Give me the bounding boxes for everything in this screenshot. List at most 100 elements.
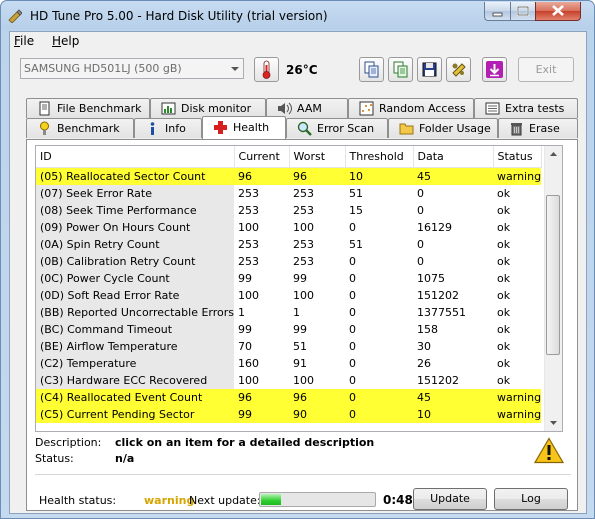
health-cross-icon — [214, 121, 227, 134]
table-row[interactable]: (0C) Power Cycle Count 99 99 0 1075 ok — [36, 270, 541, 287]
table-row[interactable]: (0A) Spin Retry Count 253 253 51 0 ok — [36, 236, 541, 253]
tab-label: Extra tests — [505, 102, 565, 115]
table-row[interactable]: (C4) Reallocated Event Count 96 96 0 45 warni… — [36, 389, 542, 406]
menu-help-label: elp — [61, 34, 80, 48]
table-row[interactable]: (BB) Reported Uncorrectable Errors 1 1 0 137… — [36, 304, 541, 321]
column-header-current[interactable]: Current — [234, 146, 290, 168]
tab-folder-usage[interactable]: Folder Usage — [388, 118, 498, 138]
copy-all-button[interactable] — [388, 57, 413, 82]
cell-id: (05) Reallocated Sector Count — [36, 167, 235, 185]
exit-button[interactable]: Exit — [518, 57, 574, 82]
table-row[interactable]: (BE) Airflow Temperature 70 51 0 30 ok — [36, 338, 541, 355]
cell-id: (BC) Command Timeout — [36, 321, 235, 338]
tab-label: Disk monitor — [181, 102, 252, 115]
cell-current: 99 — [238, 272, 253, 285]
info-icon — [150, 122, 155, 135]
client-area: File Help SAMSUNG HD501LJ (500 gB) 26°C — [9, 31, 587, 514]
cell-current: 70 — [238, 340, 253, 353]
benchmark-icon — [40, 121, 49, 135]
copy-all-icon — [393, 61, 408, 78]
column-header-threshold[interactable]: Threshold — [345, 146, 414, 168]
tab-erase[interactable]: Erase — [498, 118, 578, 138]
download-icon — [486, 61, 503, 78]
table-row[interactable]: (C2) Temperature 160 91 0 26 ok — [36, 355, 541, 372]
cell-data: 16129 — [417, 221, 453, 234]
tab-aam[interactable]: AAM — [266, 98, 348, 118]
table-row[interactable]: (07) Seek Error Rate 253 253 51 0 ok — [36, 185, 541, 202]
cell-status: warning — [493, 389, 542, 406]
file-benchmark-icon — [39, 101, 50, 116]
temperature-button[interactable] — [254, 57, 279, 82]
cell-worst: 96 — [289, 389, 346, 406]
save-button[interactable] — [417, 57, 442, 82]
window-title: HD Tune Pro 5.00 - Hard Disk Utility (tr… — [30, 9, 328, 23]
vertical-scrollbar[interactable] — [544, 146, 562, 431]
maximize-button[interactable] — [510, 2, 536, 21]
cell-threshold: 0 — [349, 255, 357, 268]
minimize-button[interactable] — [484, 2, 511, 21]
next-update-time: 0:48 — [383, 493, 413, 507]
app-icon — [8, 9, 22, 23]
column-header-worst[interactable]: Worst — [289, 146, 346, 168]
cell-threshold: 51 — [349, 238, 364, 251]
copy-button[interactable] — [359, 57, 384, 82]
column-header-id[interactable]: ID — [36, 146, 235, 168]
cell-worst: 99 — [293, 272, 308, 285]
cell-status: ok — [497, 306, 511, 319]
tab-file-benchmark[interactable]: File Benchmark — [26, 98, 150, 118]
tab-benchmark[interactable]: Benchmark — [26, 118, 134, 138]
cell-threshold: 0 — [345, 389, 414, 406]
table-row[interactable]: (09) Power On Hours Count 100 100 0 16129 ok — [36, 219, 541, 236]
download-button[interactable] — [482, 57, 507, 82]
cell-current: 253 — [238, 187, 260, 200]
table-row[interactable]: (BC) Command Timeout 99 99 0 158 ok — [36, 321, 541, 338]
health-panel: ID Current Worst Threshold Data Status (… — [26, 139, 578, 511]
cell-threshold: 0 — [349, 374, 357, 387]
menu-file[interactable]: File — [14, 34, 34, 48]
menu-help[interactable]: Help — [52, 34, 79, 48]
tab-extra-tests[interactable]: Extra tests — [474, 98, 578, 118]
cell-id: (C5) Current Pending Sector — [36, 406, 235, 423]
cell-id: (0D) Soft Read Error Rate — [36, 287, 235, 304]
update-button[interactable]: Update — [413, 488, 487, 510]
tab-random-access[interactable]: Random Access — [348, 98, 474, 118]
cell-data: 0 — [417, 255, 425, 268]
title-bar[interactable]: HD Tune Pro 5.00 - Hard Disk Utility (tr… — [1, 1, 594, 31]
table-row[interactable]: (C5) Current Pending Sector 99 90 0 10 warnin… — [36, 406, 542, 423]
column-header-status[interactable]: Status — [493, 146, 542, 168]
cell-threshold: 0 — [349, 221, 357, 234]
status-label: Status: — [35, 452, 74, 465]
cell-id: (C3) Hardware ECC Recovered — [36, 372, 235, 389]
table-row[interactable]: (C3) Hardware ECC Recovered 100 100 0 151202… — [36, 372, 541, 389]
menu-file-label: ile — [20, 34, 35, 48]
error-scan-icon — [297, 121, 312, 136]
drive-select[interactable]: SAMSUNG HD501LJ (500 gB) — [20, 58, 244, 79]
cell-threshold: 10 — [345, 167, 414, 185]
cell-id: (BE) Airflow Temperature — [36, 338, 235, 355]
table-row[interactable]: (05) Reallocated Sector Count 96 96 10 45 war… — [36, 167, 542, 185]
scroll-thumb[interactable] — [546, 195, 560, 355]
minimize-icon — [492, 12, 503, 17]
tab-error-scan[interactable]: Error Scan — [286, 118, 388, 138]
tab-disk-monitor[interactable]: Disk monitor — [150, 98, 266, 118]
cell-status: ok — [497, 374, 511, 387]
table-row[interactable]: (08) Seek Time Performance 253 253 15 0 ok — [36, 202, 541, 219]
smart-table[interactable]: ID Current Worst Threshold Data Status (… — [35, 145, 563, 432]
table-row[interactable]: (0B) Calibration Retry Count 253 253 0 0 ok — [36, 253, 541, 270]
column-header-data[interactable]: Data — [413, 146, 494, 168]
chevron-down-icon — [231, 67, 239, 71]
scroll-down-icon[interactable] — [545, 414, 562, 431]
cell-worst: 1 — [293, 306, 301, 319]
cell-worst: 90 — [289, 406, 346, 423]
cell-threshold: 0 — [349, 340, 357, 353]
warning-icon — [534, 437, 564, 464]
options-button[interactable] — [446, 57, 471, 82]
disk-monitor-icon — [161, 102, 176, 115]
table-row[interactable]: (0D) Soft Read Error Rate 100 100 0 151202 ok — [36, 287, 541, 304]
tab-health[interactable]: Health — [202, 116, 286, 139]
cell-id: (C4) Reallocated Event Count — [36, 389, 235, 406]
close-button[interactable] — [535, 2, 581, 21]
log-button[interactable]: Log — [494, 488, 568, 510]
scroll-up-icon[interactable] — [545, 146, 562, 163]
tab-info[interactable]: Info — [134, 118, 202, 138]
